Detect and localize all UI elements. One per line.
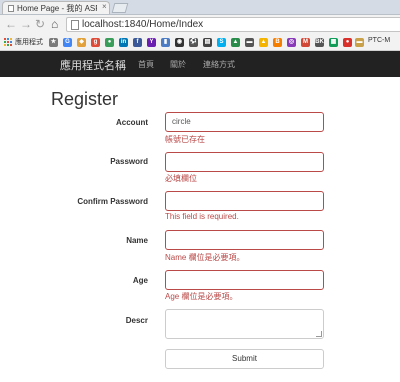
tab-title: Home Page - 我的 ASP.N xyxy=(17,4,97,13)
submit-button[interactable]: Submit xyxy=(165,349,324,369)
tab-close-icon[interactable]: × xyxy=(102,2,107,11)
confirm-password-input[interactable] xyxy=(165,191,324,211)
age-input[interactable] xyxy=(165,270,324,290)
yahoo-icon[interactable]: Y xyxy=(147,38,156,47)
facebook-icon[interactable]: f xyxy=(133,38,142,47)
reload-icon[interactable]: ↻ xyxy=(35,17,45,31)
descr-label: Descr xyxy=(125,316,148,325)
google-icon[interactable]: G xyxy=(63,38,72,47)
confirm-password-label: Confirm Password xyxy=(77,197,148,206)
page-favicon-icon xyxy=(8,5,14,12)
picasa-icon[interactable]: ● xyxy=(105,38,114,47)
google-plus-icon[interactable]: g xyxy=(91,38,100,47)
age-error: Age 欄位是必要項。 xyxy=(165,292,238,301)
nav-about[interactable]: 關於 xyxy=(170,59,186,70)
instagram-icon[interactable]: ◎ xyxy=(287,38,296,47)
account-error: 帳號已存在 xyxy=(165,135,205,144)
google-drive-icon[interactable]: ▲ xyxy=(259,38,268,47)
bk-icon[interactable]: BK xyxy=(315,38,324,47)
linkedin-icon[interactable]: in xyxy=(119,38,128,47)
folder-icon[interactable]: ▬ xyxy=(355,38,364,47)
resize-handle-icon[interactable] xyxy=(316,331,322,337)
apps-grid-icon[interactable] xyxy=(4,38,12,46)
name-input[interactable] xyxy=(165,230,324,250)
blogger-icon[interactable]: B xyxy=(273,38,282,47)
dashboard-icon[interactable]: ▮ xyxy=(161,38,170,47)
password-label: Password xyxy=(110,157,148,166)
forward-icon[interactable]: → xyxy=(20,17,32,31)
password-error: 必填欄位 xyxy=(165,174,197,183)
browser-toolbar: ← → ↻ ⌂ localhost:1840/Home/Index xyxy=(0,15,400,35)
account-label: Account xyxy=(116,118,148,127)
tomato-icon[interactable]: ● xyxy=(343,38,352,47)
browser-tab[interactable]: Home Page - 我的 ASP.N × xyxy=(2,1,110,14)
site-navbar: 應用程式名稱 首頁 關於 連絡方式 xyxy=(0,51,400,77)
nav-home[interactable]: 首頁 xyxy=(138,59,154,70)
photos-icon[interactable]: ◆ xyxy=(77,38,86,47)
browser-tab-strip: Home Page - 我的 ASP.N × xyxy=(0,0,400,15)
star-icon[interactable]: ★ xyxy=(49,38,58,47)
nav-contact[interactable]: 連絡方式 xyxy=(203,59,235,70)
site-brand[interactable]: 應用程式名稱 xyxy=(60,57,126,73)
new-tab-button[interactable] xyxy=(111,3,129,13)
skype-icon[interactable]: S xyxy=(217,38,226,47)
name-label: Name xyxy=(126,236,148,245)
notes-icon[interactable]: ▤ xyxy=(203,38,212,47)
bookmark-ptc[interactable]: PTC-M xyxy=(368,37,390,44)
wallet-icon[interactable]: ▬ xyxy=(245,38,254,47)
password-input[interactable] xyxy=(165,152,324,172)
age-label: Age xyxy=(132,276,148,285)
home-icon[interactable]: ⌂ xyxy=(51,17,58,31)
back-icon[interactable]: ← xyxy=(5,17,17,31)
sheets-icon[interactable]: ▦ xyxy=(329,38,338,47)
address-bar[interactable]: localhost:1840/Home/Index xyxy=(66,17,400,32)
soccer-icon[interactable]: ⚽ xyxy=(189,38,198,47)
github-icon[interactable]: ◉ xyxy=(175,38,184,47)
bookmarks-bar: 應用程式 ★ G ◆ g ● in f Y ▮ ◉ ⚽ ▤ S ▲ ▬ ▲ B ◎ M BK ▦ ● ▬ PTC-M xyxy=(0,35,400,51)
confirm-password-error: This field is required. xyxy=(165,212,239,221)
drive-icon[interactable]: ▲ xyxy=(231,38,240,47)
url-text: localhost:1840/Home/Index xyxy=(82,19,204,30)
bookmark-apps[interactable]: 應用程式 xyxy=(15,37,43,47)
account-input[interactable]: circle xyxy=(165,112,324,132)
page-title: Register xyxy=(51,89,119,109)
name-error: Name 欄位是必要項。 xyxy=(165,253,245,262)
descr-textarea[interactable] xyxy=(165,309,324,339)
gmail-icon[interactable]: M xyxy=(301,38,310,47)
page-icon xyxy=(71,20,79,30)
